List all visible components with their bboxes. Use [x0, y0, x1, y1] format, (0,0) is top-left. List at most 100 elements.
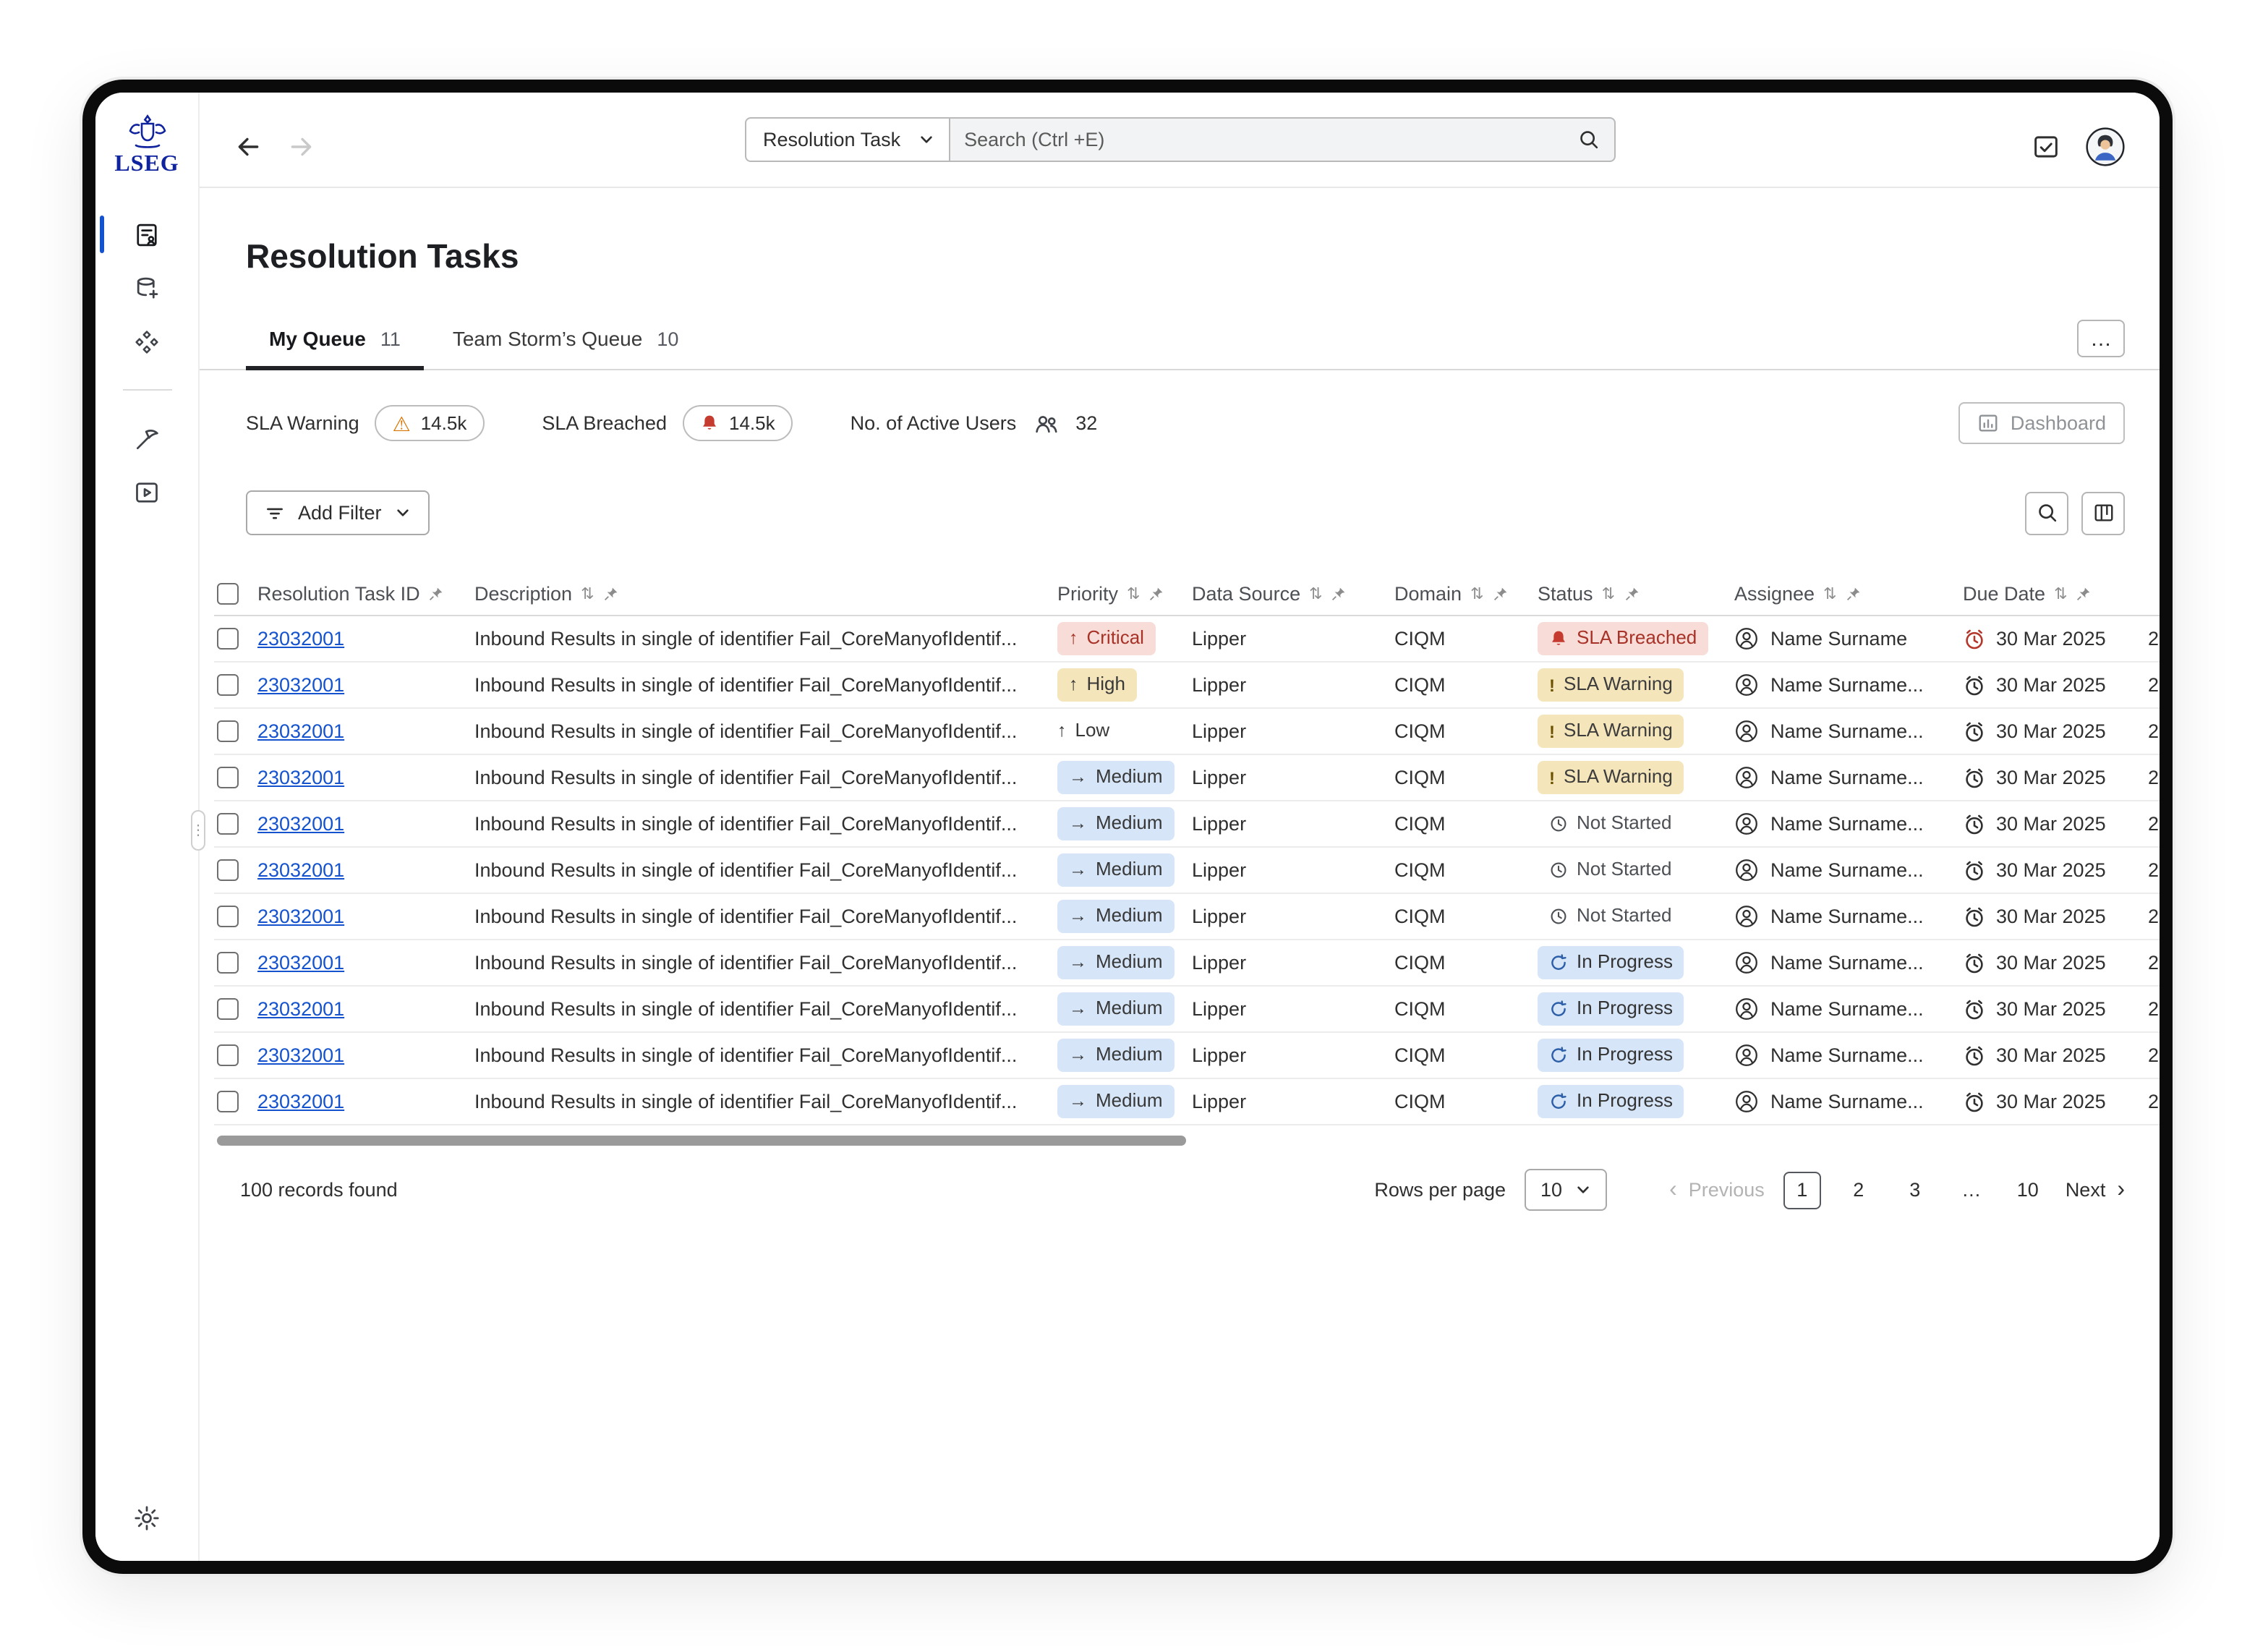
tab[interactable]: My Queue 11: [246, 315, 424, 370]
column-header-domain[interactable]: Domain ⇅: [1394, 583, 1538, 605]
sort-icon[interactable]: ⇅: [581, 584, 594, 603]
sort-icon[interactable]: ⇅: [1823, 584, 1836, 603]
row-checkbox[interactable]: [217, 767, 239, 788]
pin-icon[interactable]: [1331, 586, 1347, 602]
topbar: Resolution Task: [200, 93, 2160, 188]
row-checkbox[interactable]: [217, 906, 239, 927]
tasks-icon: [133, 221, 161, 248]
drag-handle-icon: ⋮: [191, 822, 205, 838]
sort-icon[interactable]: ⇅: [1309, 584, 1322, 603]
exclamation-icon: !: [1549, 723, 1555, 740]
task-id-link[interactable]: 23032001: [257, 998, 344, 1020]
pin-icon[interactable]: [603, 586, 619, 602]
task-id-link[interactable]: 23032001: [257, 906, 344, 927]
row-checkbox[interactable]: [217, 859, 239, 881]
sidebar-item-data-store[interactable]: [121, 269, 173, 307]
add-filter-button[interactable]: Add Filter: [246, 490, 430, 535]
sidebar-item-resolution-tasks[interactable]: [121, 216, 173, 253]
next-page-button[interactable]: Next ›: [2066, 1178, 2125, 1201]
due-date-value: 30 Mar 2025: [1996, 1091, 2106, 1112]
sidebar-resize-handle[interactable]: ⋮: [191, 810, 205, 851]
select-all-checkbox[interactable]: [217, 583, 239, 605]
task-id-link[interactable]: 23032001: [257, 674, 344, 696]
page-number-button[interactable]: …: [1953, 1171, 1990, 1209]
back-button[interactable]: [234, 133, 262, 161]
row-checkbox[interactable]: [217, 674, 239, 696]
sidebar-item-modules[interactable]: [121, 323, 173, 360]
task-id-link[interactable]: 23032001: [257, 767, 344, 788]
task-id-link[interactable]: 23032001: [257, 1091, 344, 1112]
table-search-button[interactable]: [2025, 491, 2068, 535]
user-avatar[interactable]: [2086, 127, 2125, 166]
pin-icon[interactable]: [429, 586, 445, 602]
task-id-link[interactable]: 23032001: [257, 720, 344, 742]
priority-arrow-icon: ↑: [1069, 676, 1078, 694]
page-number-button[interactable]: 10: [2009, 1171, 2047, 1209]
column-header-description[interactable]: Description ⇅: [474, 583, 1057, 605]
exclamation-icon: !: [1549, 769, 1555, 786]
task-id-link[interactable]: 23032001: [257, 859, 344, 881]
task-id-link[interactable]: 23032001: [257, 813, 344, 835]
page-number-button[interactable]: 1: [1783, 1171, 1821, 1209]
sort-icon[interactable]: ⇅: [1602, 584, 1615, 603]
row-checkbox[interactable]: [217, 1091, 239, 1112]
person-icon: [1734, 812, 1759, 836]
due-time-clipped: 23: [2145, 720, 2160, 742]
column-header-assignee[interactable]: Assignee ⇅: [1734, 583, 1963, 605]
sort-icon[interactable]: ⇅: [1127, 584, 1140, 603]
sort-icon[interactable]: ⇅: [2054, 584, 2067, 603]
status-label: Not Started: [1577, 859, 1672, 882]
row-checkbox[interactable]: [217, 952, 239, 974]
row-checkbox[interactable]: [217, 628, 239, 650]
pin-icon[interactable]: [1846, 586, 1862, 602]
search-scope-select[interactable]: Resolution Task: [744, 117, 950, 162]
data-source-value: Lipper: [1192, 720, 1394, 742]
settings-button[interactable]: [133, 1504, 161, 1532]
pin-icon[interactable]: [2076, 586, 2092, 602]
pin-icon[interactable]: [1624, 586, 1640, 602]
search-input[interactable]: [964, 129, 1577, 150]
tab[interactable]: Team Storm’s Queue 10: [430, 315, 702, 370]
dashboard-button[interactable]: Dashboard: [1958, 402, 2125, 444]
sidebar-item-tools[interactable]: [121, 420, 173, 457]
column-header-priority[interactable]: Priority ⇅: [1057, 583, 1192, 605]
inbox-check-button[interactable]: [2032, 133, 2060, 161]
previous-page-button[interactable]: ‹ Previous: [1669, 1178, 1765, 1201]
forward-button[interactable]: [288, 133, 315, 161]
pin-icon[interactable]: [1493, 586, 1509, 602]
sidebar-item-sessions[interactable]: [121, 473, 173, 511]
sla-warning-label: SLA Warning: [246, 412, 359, 434]
assignee-name: Name Surname...: [1770, 767, 1924, 788]
column-header-task-id[interactable]: Resolution Task ID: [257, 583, 474, 605]
assignee-name: Name Surname...: [1770, 813, 1924, 835]
column-settings-button[interactable]: [2081, 491, 2125, 535]
clock-icon: [1549, 907, 1568, 926]
rows-per-page-select[interactable]: 10: [1525, 1169, 1607, 1211]
page-number-button[interactable]: 3: [1896, 1171, 1934, 1209]
row-checkbox[interactable]: [217, 998, 239, 1020]
column-header-status[interactable]: Status ⇅: [1538, 583, 1734, 605]
due-time-clipped: 23: [2145, 998, 2160, 1020]
clock-icon: [1549, 814, 1568, 833]
row-checkbox[interactable]: [217, 720, 239, 742]
column-header-data-source[interactable]: Data Source ⇅: [1192, 583, 1394, 605]
arrow-left-icon: [234, 133, 262, 161]
search-icon[interactable]: [1577, 129, 1599, 150]
priority-arrow-icon: →: [1069, 861, 1087, 880]
column-header-due-date[interactable]: Due Date ⇅: [1963, 583, 2145, 605]
person-icon: [1734, 858, 1759, 882]
due-time-clipped: 23: [2145, 952, 2160, 974]
due-date-value: 30 Mar 2025: [1996, 906, 2106, 927]
task-id-link[interactable]: 23032001: [257, 952, 344, 974]
task-id-link[interactable]: 23032001: [257, 628, 344, 650]
status-label: SLA Warning: [1564, 720, 1673, 744]
filter-icon: [265, 503, 285, 523]
row-checkbox[interactable]: [217, 1044, 239, 1066]
page-number-button[interactable]: 2: [1840, 1171, 1877, 1209]
tab-overflow-button[interactable]: …: [2077, 320, 2125, 357]
horizontal-scrollbar-thumb[interactable]: [217, 1136, 1186, 1146]
row-checkbox[interactable]: [217, 813, 239, 835]
sort-icon[interactable]: ⇅: [1470, 584, 1483, 603]
pin-icon[interactable]: [1148, 586, 1164, 602]
task-id-link[interactable]: 23032001: [257, 1044, 344, 1066]
